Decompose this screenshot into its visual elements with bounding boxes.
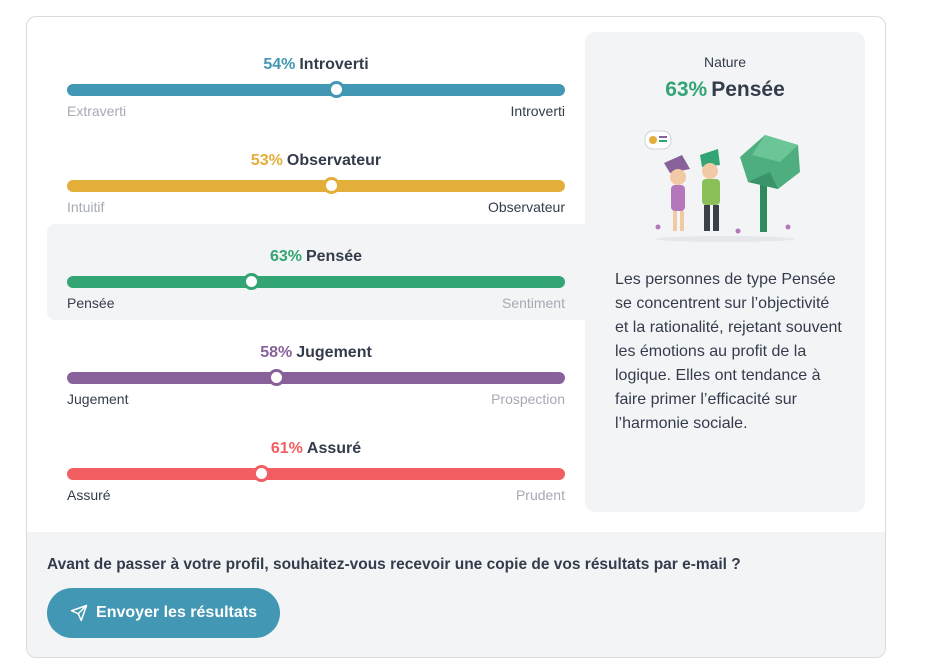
- trait-right-label: Observateur: [487, 199, 565, 215]
- trait-bar: [67, 273, 565, 290]
- trait-heading: 53% Observateur: [67, 152, 565, 170]
- trait-knob: [322, 177, 340, 194]
- trait-row[interactable]: 58% Jugement Jugement Prospection: [47, 320, 587, 416]
- trait-detail-panel: Nature 63% Pensée Les personnes de type …: [585, 32, 865, 512]
- trait-bar: [67, 465, 565, 482]
- trait-detail-name: Pensée: [711, 78, 785, 101]
- send-results-label: Envoyer les résultats: [96, 604, 257, 621]
- trait-right-label: Prospection: [491, 391, 565, 407]
- trait-knob: [268, 369, 286, 386]
- trait-left-label: Pensée: [67, 295, 115, 311]
- thinking-characters-illustration: [644, 130, 800, 242]
- trait-knob: [253, 465, 271, 482]
- email-question: Avant de passer à votre profil, souhaite…: [47, 556, 741, 573]
- trait-name: Pensée: [305, 248, 363, 265]
- trait-bar: [67, 369, 565, 386]
- send-icon: [70, 604, 88, 622]
- trait-left-label: Extraverti: [67, 103, 127, 119]
- trait-percent: 61%: [270, 440, 303, 457]
- trait-name: Assuré: [306, 440, 362, 457]
- trait-left-label: Assuré: [67, 487, 111, 503]
- trait-right-label: Prudent: [515, 487, 565, 503]
- trait-left-label: Jugement: [67, 391, 129, 407]
- trait-description: Les personnes de type Pensée se concentr…: [615, 271, 842, 432]
- results-card: 54% Introverti Extraverti Introverti 53% Obse…: [26, 16, 886, 658]
- trait-left-label: Intuitif: [67, 199, 105, 215]
- trait-bar: [67, 81, 565, 98]
- trait-knob: [327, 81, 345, 98]
- trait-heading: 63% Pensée: [67, 248, 565, 266]
- send-results-button[interactable]: Envoyer les résultats: [47, 588, 280, 638]
- trait-right-label: Sentiment: [501, 295, 565, 311]
- trait-row[interactable]: 63% Pensée Pensée Sentiment: [47, 224, 587, 320]
- trait-heading: 61% Assuré: [67, 440, 565, 458]
- trait-right-label: Introverti: [510, 103, 565, 119]
- trait-knob: [243, 273, 261, 290]
- trait-name: Observateur: [286, 152, 382, 169]
- email-results-section: Avant de passer à votre profil, souhaite…: [27, 532, 885, 657]
- trait-percent: 58%: [260, 344, 293, 361]
- trait-name: Introverti: [299, 56, 369, 73]
- trait-detail-percent: 63%: [665, 78, 708, 101]
- trait-percent: 54%: [263, 56, 296, 73]
- trait-category: Nature: [703, 54, 747, 70]
- trait-heading: 54% Introverti: [67, 56, 565, 74]
- trait-bar: [67, 177, 565, 194]
- trait-percent: 53%: [250, 152, 283, 169]
- trait-detail-title: 63% Pensée: [585, 78, 865, 102]
- trait-row[interactable]: 54% Introverti Extraverti Introverti: [47, 32, 587, 128]
- trait-percent: 63%: [269, 248, 302, 265]
- trait-row[interactable]: 53% Observateur Intuitif Observateur: [47, 128, 587, 224]
- trait-heading: 58% Jugement: [67, 344, 565, 362]
- trait-name: Jugement: [296, 344, 372, 361]
- trait-row[interactable]: 61% Assuré Assuré Prudent: [47, 416, 587, 512]
